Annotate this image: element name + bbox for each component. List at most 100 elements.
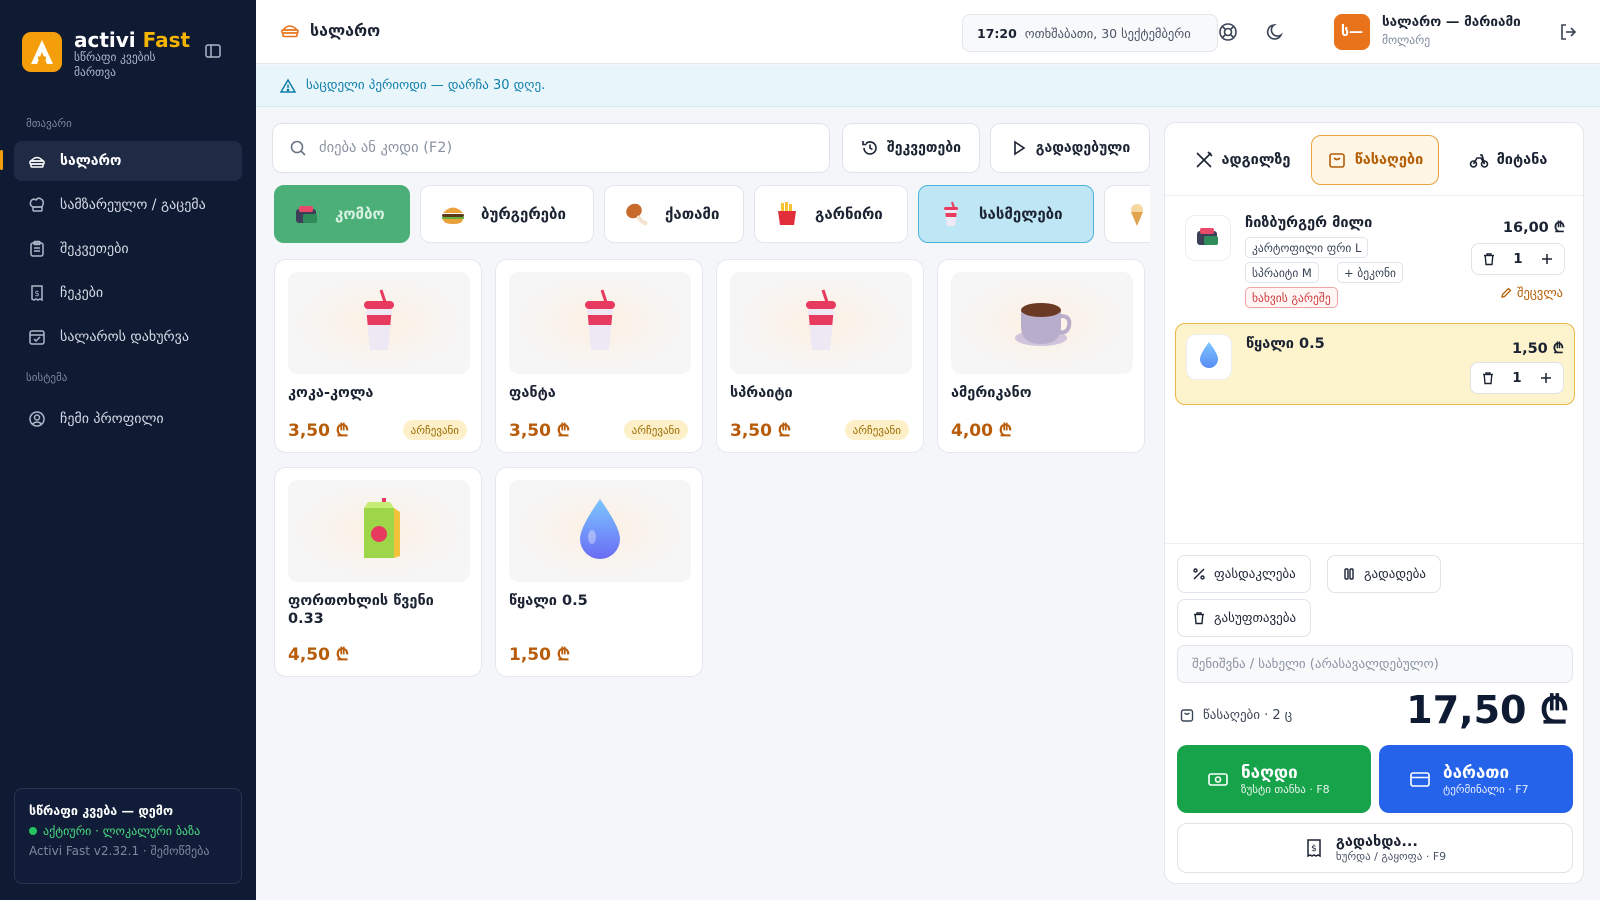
search-input[interactable]	[319, 140, 799, 156]
discount-button[interactable]: ფასდაკლება	[1177, 555, 1311, 593]
brand-tagline: სწრაფი კვების მართვა	[74, 50, 156, 79]
split-pay-hint: ხურდა / გაყოფა · F9	[1335, 849, 1447, 863]
support-icon[interactable]	[1218, 22, 1238, 42]
status-dot	[29, 827, 37, 835]
card-pay-button[interactable]: ბარათი ტერმინალი · F7	[1379, 745, 1573, 813]
product-card[interactable]: ამერიკანო 4,00 ₾	[937, 259, 1145, 453]
product-card[interactable]: წყალი 0.5 1,50 ₾	[495, 467, 703, 677]
divider	[1165, 543, 1583, 544]
search-box[interactable]	[272, 123, 830, 173]
category-drinks[interactable]: სასმელები	[918, 185, 1094, 243]
quantity-stepper[interactable]: 1	[1470, 362, 1564, 394]
topbar: სალარო 17:20 ოთხშაბათი, 30 სექტემბერი ს— …	[256, 0, 1600, 64]
user-name: სალარო — მარიამი	[1382, 14, 1521, 30]
choice-badge: არჩევანი	[402, 420, 467, 440]
product-price: 4,00 ₾	[951, 421, 1012, 441]
discount-label: ფასდაკლება	[1214, 566, 1296, 582]
svg-text:$: $	[34, 289, 39, 298]
sidebar-collapse-icon[interactable]	[204, 42, 222, 60]
trash-icon[interactable]	[1482, 252, 1496, 266]
sidebar-item-receipts[interactable]: $ ჩეკები	[14, 273, 242, 313]
item-thumb	[1186, 334, 1232, 380]
category-sides[interactable]: გარნირი	[754, 185, 908, 243]
cash-pay-button[interactable]: ნაღდი ზუსტი თანხა · F8	[1177, 745, 1371, 813]
bike-icon	[1469, 150, 1489, 170]
receipt-icon: $	[28, 284, 46, 302]
plus-icon[interactable]	[1539, 371, 1553, 385]
note-input[interactable]	[1192, 656, 1562, 672]
drink-cup-icon	[576, 288, 624, 358]
plus-icon[interactable]	[1540, 252, 1554, 266]
tab-takeaway[interactable]: წასაღები	[1311, 135, 1439, 185]
edit-item-label: შეცვლა	[1516, 285, 1563, 300]
quantity-stepper[interactable]: 1	[1471, 243, 1565, 275]
trash-icon[interactable]	[1481, 371, 1495, 385]
play-icon	[1010, 139, 1028, 157]
app-version[interactable]: Activi Fast v2.32.1 · შემოწმება	[29, 844, 227, 858]
brand-name: activi Fast	[74, 28, 191, 52]
pause-icon	[1342, 567, 1356, 581]
tab-label: ადგილზე	[1221, 152, 1291, 168]
svg-text:$: $	[1311, 844, 1317, 854]
product-image	[509, 272, 691, 374]
orders-button[interactable]: შეკვეთები	[842, 123, 980, 173]
brand: activi Fast სწრაფი კვების მართვა	[22, 28, 232, 88]
product-price: 4,50 ₾	[288, 645, 349, 665]
product-card[interactable]: კოკა-კოლა 3,50 ₾ არჩევანი	[274, 259, 482, 453]
sidebar-item-label: ჩემი პროფილი	[60, 411, 164, 427]
sidebar: activi Fast სწრაფი კვების მართვა მთავარი…	[0, 0, 256, 900]
item-name: ჩიზბურგერ მილი	[1245, 215, 1373, 231]
category-combo[interactable]: კომბო	[274, 185, 410, 243]
tab-dine-in[interactable]: ადგილზე	[1177, 135, 1307, 185]
product-card[interactable]: სპრაიტი 3,50 ₾ არჩევანი	[716, 259, 924, 453]
sidebar-item-close-register[interactable]: სალაროს დახურვა	[14, 317, 242, 357]
edit-item-button[interactable]: შეცვლა	[1500, 285, 1563, 300]
receipt-icon: $	[1304, 838, 1324, 858]
split-pay-label: გადახდა...	[1335, 833, 1418, 850]
card-pay-label: ბარათი	[1443, 762, 1510, 783]
product-card[interactable]: ფანტა 3,50 ₾ არჩევანი	[495, 259, 703, 453]
category-burgers[interactable]: ბურგერები	[420, 185, 594, 243]
bag-icon	[1327, 150, 1347, 170]
product-price: 3,50 ₾	[730, 421, 791, 441]
sidebar-item-kitchen[interactable]: სამზარეულო / გაცემა	[14, 185, 242, 225]
tab-delivery[interactable]: მიტანა	[1443, 135, 1573, 185]
sidebar-item-label: სალარო	[60, 153, 122, 169]
sidebar-item-label: ჩეკები	[60, 285, 104, 301]
sidebar-item-orders[interactable]: შეკვეთები	[14, 229, 242, 269]
clear-button[interactable]: გასუფთავება	[1177, 599, 1312, 637]
combo-icon	[1194, 222, 1222, 254]
product-card[interactable]: ფორთოხლის წვენი 0.33 4,50 ₾	[274, 467, 482, 677]
item-thumb	[1185, 215, 1231, 261]
sidebar-item-label: სალაროს დახურვა	[60, 329, 189, 345]
split-pay-button[interactable]: $ გადახდა... ხურდა / გაყოფა · F9	[1177, 823, 1573, 873]
burger-icon	[439, 200, 467, 228]
category-label: ქათამი	[665, 205, 720, 223]
combo-icon	[293, 200, 321, 228]
category-desserts[interactable]	[1104, 185, 1150, 243]
tab-label: წასაღები	[1354, 152, 1424, 168]
sidebar-item-till[interactable]: სალარო	[14, 141, 242, 181]
avatar[interactable]: ს—	[1334, 14, 1370, 50]
deferred-button[interactable]: გადადებული	[990, 123, 1150, 173]
pencil-icon	[1500, 287, 1512, 299]
coffee-cup-icon	[1009, 288, 1075, 358]
defer-button[interactable]: გადადება	[1327, 555, 1441, 593]
trial-banner: საცდელი პერიოდი — დარჩა 30 დღე.	[256, 65, 1600, 107]
category-chicken[interactable]: ქათამი	[604, 185, 744, 243]
deferred-button-label: გადადებული	[1035, 140, 1131, 156]
order-item[interactable]: ჩიზბურგერ მილი 16,00 ₾ კარტოფილი ფრი L ს…	[1175, 203, 1575, 308]
note-field[interactable]	[1177, 645, 1573, 683]
moon-icon[interactable]	[1266, 22, 1286, 42]
item-modifier: სპრაიტი M	[1245, 262, 1319, 283]
order-item[interactable]: წყალი 0.5 1,50 ₾ 1	[1175, 323, 1575, 405]
clock-date: ოთხშაბათი, 30 სექტემბერი	[1024, 25, 1191, 41]
sidebar-item-profile[interactable]: ჩემი პროფილი	[14, 399, 242, 439]
workspace-status-text: აქტიური · ლოკალური ბაზა	[43, 824, 201, 838]
chef-hat-icon	[28, 196, 46, 214]
logout-icon[interactable]	[1558, 22, 1578, 42]
item-price: 16,00 ₾	[1502, 220, 1565, 236]
clipboard-icon	[28, 240, 46, 258]
calendar-check-icon	[28, 328, 46, 346]
cash-icon	[1207, 768, 1229, 790]
